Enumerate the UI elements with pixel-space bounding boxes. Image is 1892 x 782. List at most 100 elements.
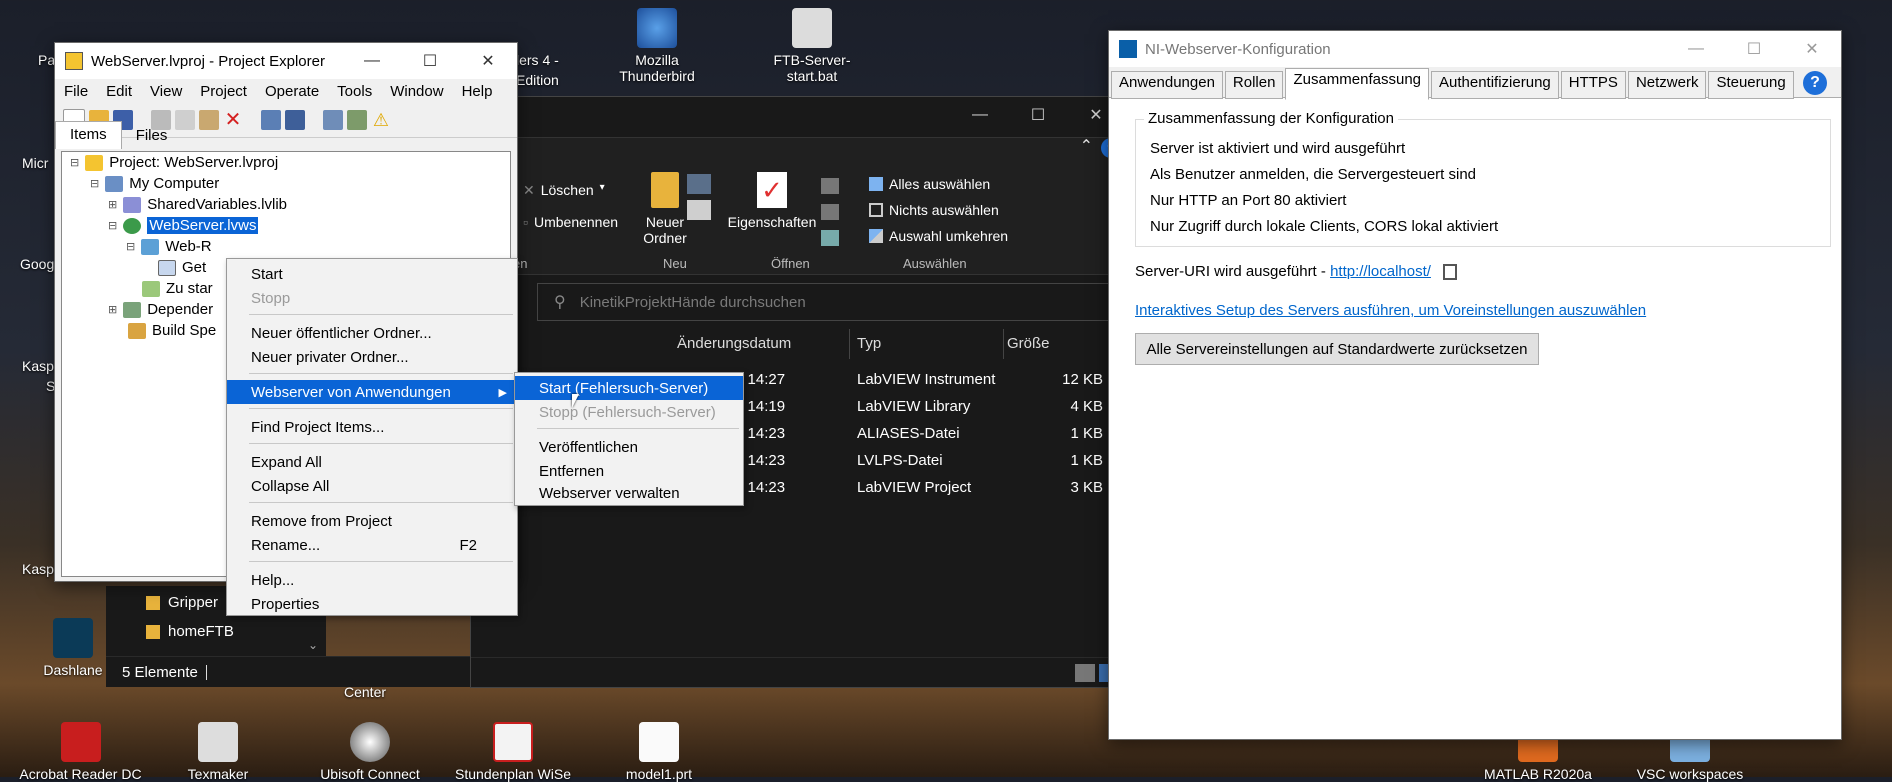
menu-edit[interactable]: Edit xyxy=(97,83,141,100)
desktop-icon-texmaker[interactable]: Texmaker xyxy=(163,722,273,782)
desktop-icon-model1[interactable]: model1.prt xyxy=(604,722,714,782)
tree-item-my-computer[interactable]: ⊟ My Computer xyxy=(90,175,219,192)
tree-item-webserver[interactable]: ⊟ WebServer.lvws xyxy=(108,217,259,234)
menu-item-find-project-items[interactable]: Find Project Items... xyxy=(227,415,517,439)
tree-item-startup[interactable]: Zu star xyxy=(142,280,213,297)
delete-icon[interactable]: ✕ xyxy=(223,110,243,130)
edit-icon[interactable] xyxy=(821,204,839,220)
close-button[interactable]: ✕ xyxy=(1783,31,1841,67)
new-item-icon[interactable] xyxy=(687,174,711,194)
reset-defaults-button[interactable]: Alle Servereinstellungen auf Standardwer… xyxy=(1135,333,1539,365)
tab-https[interactable]: HTTPS xyxy=(1560,71,1626,99)
build-icon[interactable] xyxy=(261,110,281,130)
delete-button[interactable]: ✕ Löschen ▾ xyxy=(523,182,605,199)
tree-item-get[interactable]: Get xyxy=(158,259,206,276)
desktop-icon-acrobat[interactable]: Acrobat Reader DC xyxy=(18,722,143,782)
help-icon[interactable]: ? xyxy=(1803,71,1827,95)
menu-window[interactable]: Window xyxy=(381,83,452,100)
maximize-button[interactable]: ☐ xyxy=(1009,97,1067,133)
collapse-ribbon-icon[interactable]: ⌃ xyxy=(1080,136,1093,156)
submenu-item-remove[interactable]: Entfernen xyxy=(515,459,743,483)
column-header-type[interactable]: Typ xyxy=(857,335,881,352)
details-view-toggle[interactable] xyxy=(1075,664,1095,682)
tree-item-sharedvariables[interactable]: ⊞ SharedVariables.lvlib xyxy=(108,196,287,213)
submenu-item-manage-webserver[interactable]: Webserver verwalten xyxy=(515,483,743,503)
menu-file[interactable]: File xyxy=(55,83,97,100)
desktop-icon-stundenplan[interactable]: Stundenplan WiSe xyxy=(448,722,578,782)
menu-item-start[interactable]: Start xyxy=(227,262,517,286)
minimize-button[interactable]: — xyxy=(1667,31,1725,67)
menu-item-new-public-folder[interactable]: Neuer öffentlicher Ordner... xyxy=(227,321,517,345)
desktop-icon-thunderbird[interactable]: Mozilla Thunderbird xyxy=(602,8,712,84)
copy-icon[interactable] xyxy=(1442,263,1457,280)
deploy-icon[interactable] xyxy=(285,110,305,130)
tree-item-build-specs[interactable]: Build Spe xyxy=(128,322,216,339)
rename-button[interactable]: ▫ Umbenennen xyxy=(523,214,618,230)
menu-help[interactable]: Help xyxy=(453,83,502,100)
summary-line: Server ist aktiviert und wird ausgeführt xyxy=(1150,140,1406,157)
tree-item-web-resources[interactable]: ⊟ Web-R xyxy=(126,238,212,255)
tab-rollen[interactable]: Rollen xyxy=(1224,71,1284,99)
search-icon: ⚲ xyxy=(554,294,566,311)
maximize-button[interactable]: ☐ xyxy=(401,43,459,79)
select-none-button[interactable]: Nichts auswählen xyxy=(869,202,999,218)
search-box[interactable]: ⚲ KinetikProjektHände durchsuchen xyxy=(537,283,1113,321)
tree-item-dependencies[interactable]: ⊞ Depender xyxy=(108,301,213,318)
paste-icon[interactable] xyxy=(199,110,219,130)
menu-separator xyxy=(249,561,513,562)
tab-authentifizierung[interactable]: Authentifizierung xyxy=(1431,71,1559,99)
nav-item-gripper[interactable]: Gripper xyxy=(146,594,218,611)
dashlane-icon xyxy=(53,618,93,658)
tex-icon xyxy=(198,722,238,762)
menu-item-properties[interactable]: Properties xyxy=(227,592,517,616)
easy-access-icon[interactable] xyxy=(687,200,711,220)
nav-item-homeftb[interactable]: homeFTB xyxy=(146,623,234,640)
minimize-button[interactable]: — xyxy=(343,43,401,79)
tab-zusammenfassung[interactable]: Zusammenfassung xyxy=(1285,68,1430,100)
submenu-item-start-debug-server[interactable]: Start (Fehlersuch-Server) xyxy=(515,376,743,400)
tab-steuerung[interactable]: Steuerung xyxy=(1708,71,1794,99)
project-icon xyxy=(85,154,104,171)
tree-item-project[interactable]: ⊟ Project: WebServer.lvproj xyxy=(70,154,278,171)
menu-item-new-private-folder[interactable]: Neuer privater Ordner... xyxy=(227,345,517,369)
column-header-date[interactable]: Änderungsdatum xyxy=(677,335,791,352)
summary-line: Als Benutzer anmelden, die Servergesteue… xyxy=(1150,166,1477,183)
new-folder-button[interactable]: Neuer Ordner xyxy=(635,172,695,246)
menu-view[interactable]: View xyxy=(141,83,191,100)
column-header-size[interactable]: Größe xyxy=(1007,335,1050,352)
tab-netzwerk[interactable]: Netzwerk xyxy=(1627,71,1707,99)
menu-item-rename[interactable]: Rename... F2 xyxy=(227,533,517,557)
open-icon[interactable] xyxy=(821,178,839,194)
select-all-button[interactable]: Alles auswählen xyxy=(869,176,990,192)
menu-item-application-webserver[interactable]: Webserver von Anwendungen ▶ xyxy=(227,380,517,404)
properties-button[interactable]: ✓ Eigenschaften xyxy=(727,172,817,230)
tab-files[interactable]: Files xyxy=(122,121,182,149)
menu-item-help[interactable]: Help... xyxy=(227,568,517,592)
scroll-down-icon[interactable]: ⌄ xyxy=(308,638,318,652)
minimize-button[interactable]: — xyxy=(951,97,1009,133)
menu-operate[interactable]: Operate xyxy=(256,83,328,100)
menu-item-collapse-all[interactable]: Collapse All xyxy=(227,474,517,498)
tab-items[interactable]: Items xyxy=(55,121,122,149)
menu-item-expand-all[interactable]: Expand All xyxy=(227,450,517,474)
desktop-icon-ftb-server[interactable]: FTB-Server-start.bat xyxy=(752,8,872,84)
server-uri-label: Server-URI wird ausgeführt - xyxy=(1135,263,1331,280)
close-button[interactable]: ✕ xyxy=(459,43,517,79)
group-label-open: Öffnen xyxy=(771,256,810,271)
ribbon: ⌃ ? ✕ Löschen▾ ▫ Umbenennen en Neuer Ord… xyxy=(471,137,1125,275)
maximize-button[interactable]: ☐ xyxy=(1725,31,1783,67)
submenu-item-publish[interactable]: Veröffentlichen xyxy=(515,435,743,459)
invert-selection-button[interactable]: Auswahl umkehren xyxy=(869,228,1008,244)
summary-line: Nur Zugriff durch lokale Clients, CORS l… xyxy=(1150,218,1499,235)
warning-icon[interactable]: ⚠ xyxy=(371,110,391,130)
menu-project[interactable]: Project xyxy=(191,83,256,100)
interactive-setup-link[interactable]: Interaktives Setup des Servers ausführen… xyxy=(1135,302,1646,319)
server-uri-link[interactable]: http://localhost/ xyxy=(1330,263,1431,280)
menu-tools[interactable]: Tools xyxy=(328,83,381,100)
tab-anwendungen[interactable]: Anwendungen xyxy=(1111,71,1223,99)
dependencies-icon[interactable] xyxy=(347,110,367,130)
history-icon[interactable] xyxy=(821,230,839,246)
menu-item-remove-from-project[interactable]: Remove from Project xyxy=(227,509,517,533)
filter-icon[interactable] xyxy=(323,110,343,130)
desktop-icon-ubisoft[interactable]: Ubisoft Connect xyxy=(310,722,430,782)
